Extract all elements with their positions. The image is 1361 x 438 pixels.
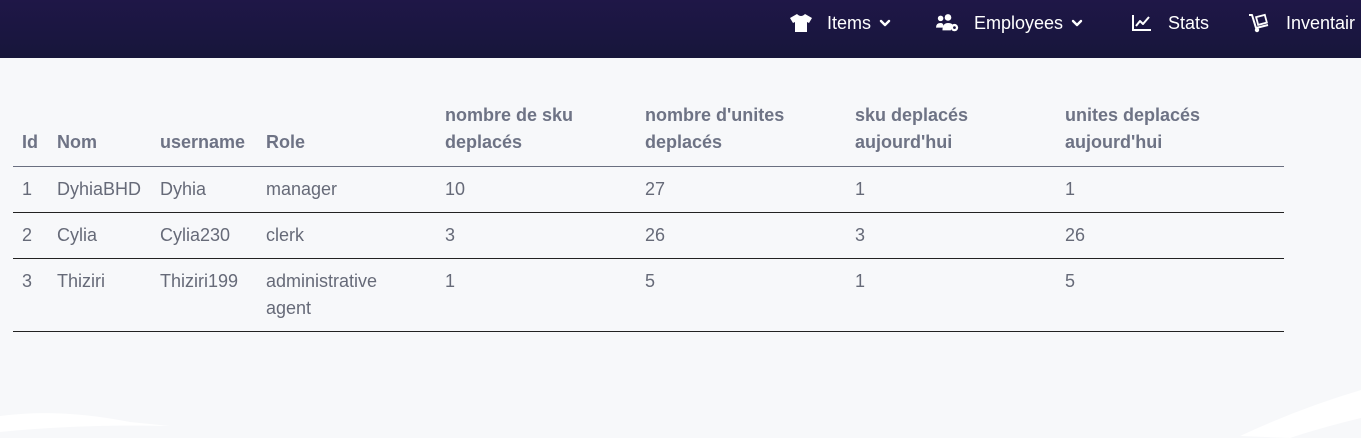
cell-sku-today: 1 (846, 166, 1056, 213)
cell-username: Thiziri199 (151, 258, 257, 332)
cell-nom: DyhiaBHD (48, 166, 151, 213)
cell-role: manager (257, 166, 436, 213)
table-row: 2 Cylia Cylia230 clerk 3 26 3 26 (13, 212, 1284, 259)
main-content: Id Nom username Role nombre de sku depla… (0, 58, 1361, 438)
column-header-units-today: unites deplacés aujourd'hui (1056, 96, 1284, 167)
nav-employees-label: Employees (974, 12, 1064, 33)
cell-units-moved: 5 (636, 258, 846, 332)
cell-username: Cylia230 (151, 212, 257, 259)
cell-username: Dyhia (151, 166, 257, 213)
cell-id: 2 (13, 212, 48, 259)
nav-inventaire-label: Inventair (1286, 12, 1356, 33)
cell-role: administrative agent (257, 258, 436, 332)
column-header-nom: Nom (48, 96, 151, 167)
employees-table: Id Nom username Role nombre de sku depla… (13, 96, 1284, 332)
nav-stats-link[interactable]: Stats (1130, 0, 1209, 46)
tshirt-icon (789, 11, 813, 35)
cell-role: clerk (257, 212, 436, 259)
column-header-id: Id (13, 96, 48, 167)
cell-units-moved: 26 (636, 212, 846, 259)
column-header-role: Role (257, 96, 436, 167)
column-header-sku-today: sku deplacés aujourd'hui (846, 96, 1056, 167)
top-navbar: Items Employees Stats Inventair (0, 0, 1361, 58)
nav-items-label: Items (827, 12, 872, 33)
cell-nom: Thiziri (48, 258, 151, 332)
chevron-down-icon (879, 17, 891, 29)
table-row: 3 Thiziri Thiziri199 administrative agen… (13, 258, 1284, 332)
users-cog-icon (936, 11, 960, 35)
cell-sku-moved: 3 (436, 212, 636, 259)
table-header-row: Id Nom username Role nombre de sku depla… (13, 96, 1284, 167)
cell-units-today: 5 (1056, 258, 1284, 332)
chart-line-icon (1130, 11, 1154, 35)
nav-inventaire-link[interactable]: Inventair (1248, 0, 1355, 46)
cell-id: 1 (13, 166, 48, 213)
cell-sku-moved: 1 (436, 258, 636, 332)
nav-stats-label: Stats (1168, 12, 1210, 33)
table-row: 1 DyhiaBHD Dyhia manager 10 27 1 1 (13, 166, 1284, 213)
cell-sku-today: 1 (846, 258, 1056, 332)
cell-units-today: 1 (1056, 166, 1284, 213)
column-header-sku-moved: nombre de sku deplacés (436, 96, 636, 167)
cell-units-today: 26 (1056, 212, 1284, 259)
chevron-down-icon (1071, 17, 1083, 29)
column-header-username: username (151, 96, 257, 167)
cell-nom: Cylia (48, 212, 151, 259)
decorative-brush-stroke (0, 390, 1361, 438)
nav-employees-dropdown[interactable]: Employees (936, 0, 1083, 46)
cell-units-moved: 27 (636, 166, 846, 213)
nav-items-dropdown[interactable]: Items (789, 0, 891, 46)
column-header-units-moved: nombre d'unites deplacés (636, 96, 846, 167)
cell-sku-today: 3 (846, 212, 1056, 259)
cell-id: 3 (13, 258, 48, 332)
cell-sku-moved: 10 (436, 166, 636, 213)
dolly-icon (1248, 11, 1272, 35)
